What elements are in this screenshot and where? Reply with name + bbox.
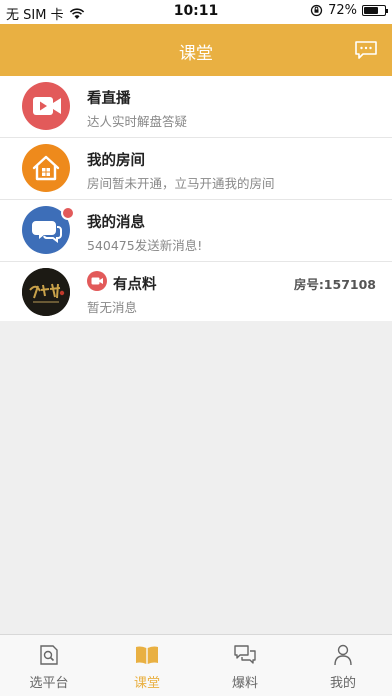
tab-label: 我的 (329, 676, 356, 691)
chat-bubbles-outline-icon (234, 645, 256, 664)
tab-label: 爆料 (231, 676, 258, 691)
list-item-subtitle: 540475发送新消息! (87, 238, 203, 253)
open-book-icon (136, 646, 158, 664)
list-item-title: 有点料 (113, 277, 157, 293)
classroom-list: 看直播 达人实时解盘答疑 我的房间 房间暂未开通，立马开通我的房间 我的消息 5… (0, 76, 392, 321)
tab-me[interactable]: 我的 (294, 635, 392, 696)
chat-bubble-icon[interactable] (354, 40, 378, 60)
tab-bar: 选平台 课堂 爆料 我的 (0, 634, 392, 696)
battery-icon (362, 5, 388, 16)
status-bar: 无 SIM 卡 10:11 72% (0, 0, 392, 24)
list-item-subtitle: 房间暂未开通，立马开通我的房间 (87, 176, 275, 191)
status-right: 72% (310, 3, 388, 18)
list-item-subtitle: 达人实时解盘答疑 (87, 114, 188, 129)
search-document-icon (40, 645, 58, 665)
tab-label: 选平台 (29, 676, 69, 691)
video-camera-icon (22, 82, 70, 130)
room-number: 房号:157108 (293, 277, 376, 292)
list-item-channel[interactable]: 有点料 房号:157108 暂无消息 (0, 262, 392, 321)
tab-label: 课堂 (133, 676, 160, 691)
list-item-title: 我的消息 (87, 215, 145, 231)
channel-avatar (22, 268, 70, 316)
rotation-lock-icon (310, 4, 323, 17)
person-icon (334, 644, 352, 666)
live-badge-icon (87, 271, 107, 291)
list-item-my-messages[interactable]: 我的消息 540475发送新消息! (0, 200, 392, 262)
battery-percent: 72% (328, 3, 357, 18)
tab-select-platform[interactable]: 选平台 (0, 635, 98, 696)
list-item-my-room[interactable]: 我的房间 房间暂未开通，立马开通我的房间 (0, 138, 392, 200)
unread-badge (61, 206, 75, 220)
list-item-live[interactable]: 看直播 达人实时解盘答疑 (0, 76, 392, 138)
tab-classroom[interactable]: 课堂 (98, 635, 196, 696)
nav-bar: 课堂 (0, 24, 392, 76)
list-item-title: 我的房间 (87, 153, 145, 169)
tab-news[interactable]: 爆料 (196, 635, 294, 696)
page-title: 课堂 (179, 44, 213, 64)
house-icon (22, 144, 70, 192)
battery-fill (364, 7, 378, 14)
list-item-title: 看直播 (87, 91, 131, 107)
list-item-subtitle: 暂无消息 (87, 300, 138, 315)
